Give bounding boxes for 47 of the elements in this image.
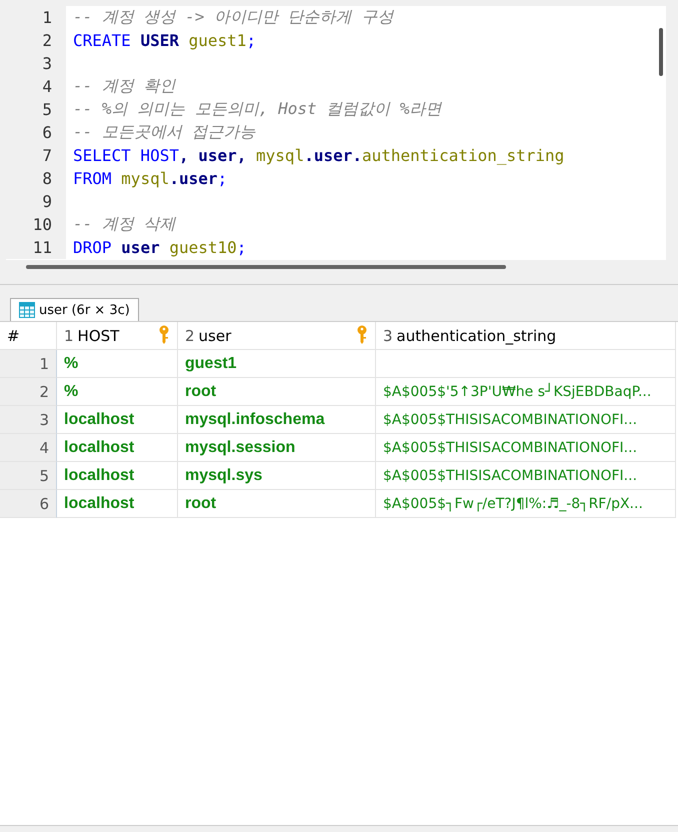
row-number: 1 [0, 350, 57, 378]
code-line: -- 계정 생성 -> 아이디만 단순하게 구성 [72, 7, 394, 28]
scrollbar-thumb[interactable] [26, 265, 506, 269]
line-number: 4 [6, 75, 66, 98]
column-header[interactable]: 3 authentication_string [376, 322, 676, 350]
code-line: DROP user guest10; [72, 238, 246, 257]
table-cell: localhost [57, 434, 178, 462]
table-icon [19, 302, 35, 318]
code-line: -- 계정 확인 [72, 76, 176, 97]
row-number: 4 [0, 434, 57, 462]
table-cell: % [57, 378, 178, 406]
row-number: 3 [0, 406, 57, 434]
line-number: 10 [6, 213, 66, 236]
code-line: FROM mysql.user; [72, 169, 228, 188]
table-cell: root [178, 378, 376, 406]
line-number: 7 [6, 144, 66, 167]
table-cell: $A$005$THISISACOMBINATIONOFI... [376, 462, 676, 490]
result-tab[interactable]: user (6r × 3c) [10, 298, 139, 321]
table-cell: mysql.infoschema [178, 406, 376, 434]
line-number: 8 [6, 167, 66, 190]
code-line: SELECT HOST, user, mysql.user.authentication_string [72, 146, 564, 165]
table-cell: $A$005$'5↑3P'U₩he s┘KSjEBDBaqP... [376, 378, 676, 406]
table-cell: mysql.sys [178, 462, 376, 490]
table-cell: $A$005$THISISACOMBINATIONOFI... [376, 406, 676, 434]
code-line: -- 계정 삭제 [72, 214, 176, 235]
table-cell: guest1 [178, 350, 376, 378]
line-number: 5 [6, 98, 66, 121]
line-number: 9 [6, 190, 66, 213]
table-cell: localhost [57, 406, 178, 434]
row-number: 2 [0, 378, 57, 406]
line-number: 1 [6, 6, 66, 29]
line-number: 2 [6, 29, 66, 52]
row-number: 6 [0, 490, 57, 518]
column-header[interactable]: 2 user [178, 322, 376, 350]
table-cell: $A$005$THISISACOMBINATIONOFI... [376, 434, 676, 462]
table-cell: mysql.session [178, 434, 376, 462]
code-line: -- %의 의미는 모든의미, Host 컬럼값이 %라면 [72, 99, 442, 120]
line-number: 3 [6, 52, 66, 75]
code-line: -- 모든곳에서 접근가능 [72, 122, 256, 143]
column-header[interactable]: 1 HOST [57, 322, 178, 350]
line-number: 11 [6, 236, 66, 259]
row-number: 5 [0, 462, 57, 490]
table-cell: localhost [57, 462, 178, 490]
code-line: CREATE USER guest1; [72, 31, 256, 50]
line-number: 6 [6, 121, 66, 144]
scrollbar-thumb[interactable] [659, 28, 663, 76]
table-cell: % [57, 350, 178, 378]
